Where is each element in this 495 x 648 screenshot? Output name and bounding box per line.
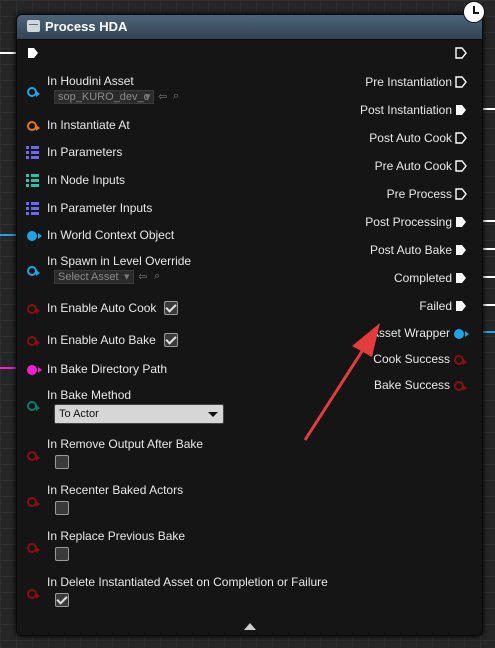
annotation-arrow [303,323,380,441]
